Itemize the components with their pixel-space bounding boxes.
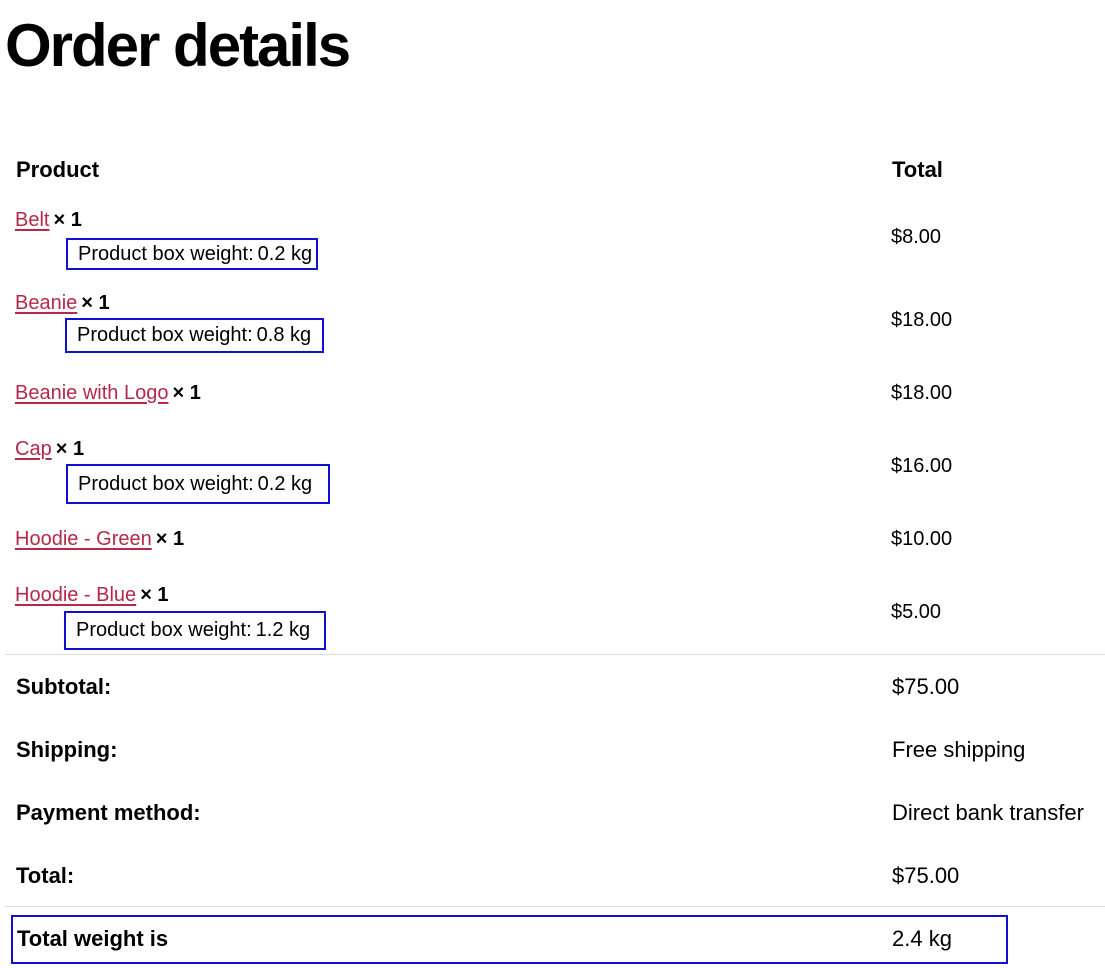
item-quantity: × 1	[172, 382, 201, 404]
meta-value: 0.2 kg	[257, 473, 313, 495]
meta-label: Product box weight:	[78, 473, 254, 495]
items-divider	[5, 654, 1105, 655]
product-column-header: Product	[16, 157, 100, 182]
shipping-value: Free shipping	[892, 737, 1026, 762]
item-price: $8.00	[891, 226, 942, 248]
item-quantity: × 1	[53, 209, 82, 231]
item-price: $10.00	[891, 528, 953, 550]
item-price: $18.00	[891, 382, 953, 404]
product-box-weight: Product box weight: 0.2 kg	[66, 464, 330, 504]
product-link-hoodie-blue[interactable]: Hoodie - Blue	[15, 584, 136, 606]
meta-value: 1.2 kg	[255, 619, 311, 641]
item-quantity: × 1	[140, 584, 169, 606]
order-item-belt: Belt × 1	[15, 208, 82, 232]
item-quantity: × 1	[55, 438, 85, 460]
meta-label: Product box weight:	[77, 324, 253, 346]
item-price: $5.00	[891, 601, 942, 623]
page-title: Order details	[5, 12, 351, 79]
total-weight-label: Total weight is	[17, 926, 169, 951]
order-item-beanie-with-logo: Beanie with Logo × 1	[15, 381, 201, 405]
product-link-belt[interactable]: Belt	[15, 209, 49, 231]
product-link-beanie[interactable]: Beanie	[15, 292, 77, 314]
payment-method-label: Payment method:	[16, 800, 201, 825]
total-column-header: Total	[892, 157, 943, 182]
meta-value: 0.2 kg	[257, 243, 313, 265]
product-link-beanie-with-logo[interactable]: Beanie with Logo	[15, 382, 168, 404]
subtotal-value: $75.00	[892, 674, 960, 699]
order-item-cap: Cap × 1	[15, 437, 84, 461]
meta-label: Product box weight:	[78, 243, 254, 265]
order-item-hoodie-green: Hoodie - Green × 1	[15, 527, 184, 551]
product-box-weight: Product box weight: 0.2 kg	[66, 238, 318, 270]
subtotal-label: Subtotal:	[16, 674, 112, 699]
total-weight-value: 2.4 kg	[892, 926, 952, 951]
total-divider	[5, 906, 1105, 907]
order-item-beanie: Beanie × 1	[15, 291, 110, 315]
product-box-weight: Product box weight: 0.8 kg	[65, 318, 324, 353]
payment-method-value: Direct bank transfer	[892, 800, 1084, 825]
item-price: $16.00	[891, 455, 953, 477]
item-quantity: × 1	[81, 292, 110, 314]
product-link-hoodie-green[interactable]: Hoodie - Green	[15, 528, 152, 550]
item-quantity: × 1	[155, 528, 185, 550]
order-item-hoodie-blue: Hoodie - Blue × 1	[15, 583, 169, 607]
meta-label: Product box weight:	[76, 619, 252, 641]
product-link-cap[interactable]: Cap	[15, 438, 52, 460]
product-box-weight: Product box weight: 1.2 kg	[64, 611, 326, 650]
shipping-label: Shipping:	[16, 737, 118, 762]
meta-value: 0.8 kg	[256, 324, 312, 346]
total-label: Total:	[16, 863, 75, 888]
item-price: $18.00	[891, 309, 953, 331]
total-value: $75.00	[892, 863, 960, 888]
